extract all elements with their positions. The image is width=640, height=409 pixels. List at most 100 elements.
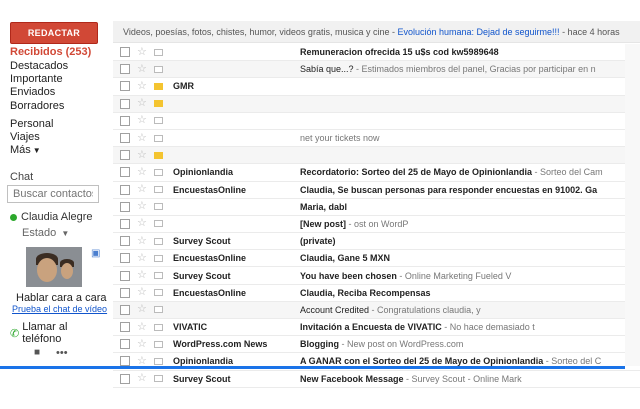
- star-icon[interactable]: ☆: [137, 338, 147, 350]
- star-icon[interactable]: ☆: [137, 304, 147, 315]
- star-icon[interactable]: ☆: [137, 98, 147, 109]
- importance-marker-icon[interactable]: [154, 82, 163, 90]
- ticker-link[interactable]: Evolución humana: Dejad de seguirme!!!: [397, 27, 559, 37]
- importance-marker-icon[interactable]: [154, 340, 163, 348]
- select-checkbox[interactable]: [120, 98, 130, 109]
- select-checkbox[interactable]: [120, 236, 130, 247]
- select-checkbox[interactable]: [120, 150, 130, 161]
- select-checkbox[interactable]: [120, 47, 130, 58]
- star-icon[interactable]: ☆: [137, 235, 147, 247]
- email-subject-line: Invitación a Encuesta de VIVATIC - No ha…: [300, 322, 640, 332]
- select-checkbox[interactable]: [120, 64, 130, 75]
- nav-label-travel[interactable]: Viajes: [10, 131, 40, 144]
- nav-label-personal[interactable]: Personal: [10, 118, 53, 131]
- select-checkbox[interactable]: [120, 115, 130, 126]
- select-checkbox[interactable]: [120, 133, 130, 144]
- star-icon[interactable]: ☆: [137, 218, 147, 229]
- importance-marker-icon[interactable]: [154, 357, 163, 365]
- chat-user[interactable]: Claudia Alegre: [10, 211, 93, 223]
- video-chat-thumbnail[interactable]: [26, 247, 82, 287]
- importance-marker-icon[interactable]: [154, 151, 163, 159]
- email-row[interactable]: ☆: [113, 95, 640, 113]
- nav-sent[interactable]: Enviados: [10, 86, 55, 99]
- importance-marker-icon[interactable]: [154, 186, 163, 194]
- star-icon[interactable]: ☆: [137, 321, 147, 333]
- star-icon[interactable]: ☆: [137, 80, 147, 92]
- email-row[interactable]: ☆ [New post] - ost on WordP: [113, 215, 640, 234]
- select-checkbox[interactable]: [120, 184, 130, 195]
- select-checkbox[interactable]: [120, 167, 130, 178]
- email-row[interactable]: ☆ WordPress.com News Blogging - New post o…: [113, 336, 640, 354]
- select-checkbox[interactable]: [120, 373, 130, 384]
- contact-search-input[interactable]: [7, 185, 99, 203]
- video-camera-icon[interactable]: ▣: [91, 248, 100, 259]
- select-checkbox[interactable]: [120, 218, 130, 229]
- email-row[interactable]: ☆ Opinionlandia Recordatorio: Sorteo del 2…: [113, 164, 640, 182]
- email-row[interactable]: ☆ Survey Scout New Facebook Message - Surv…: [113, 370, 640, 388]
- importance-marker-icon[interactable]: [154, 117, 163, 125]
- nav-drafts[interactable]: Borradores: [10, 100, 64, 113]
- star-icon[interactable]: ☆: [137, 201, 147, 212]
- star-icon[interactable]: ☆: [137, 149, 147, 161]
- call-phone-button[interactable]: ✆ Llamar al teléfono: [10, 321, 108, 345]
- star-icon[interactable]: ☆: [137, 166, 147, 178]
- select-checkbox[interactable]: [120, 253, 130, 264]
- email-row[interactable]: ☆ EncuestasOnline Claudia, Se buscan perso…: [113, 181, 640, 199]
- star-icon[interactable]: ☆: [137, 132, 147, 144]
- scrollbar[interactable]: [625, 44, 640, 366]
- select-checkbox[interactable]: [120, 339, 130, 350]
- select-checkbox[interactable]: [120, 201, 130, 212]
- nav-starred[interactable]: Destacados: [10, 60, 68, 73]
- select-checkbox[interactable]: [120, 322, 130, 333]
- importance-marker-icon[interactable]: [154, 306, 163, 314]
- video-chat-link[interactable]: Prueba el chat de vídeo: [12, 304, 107, 314]
- nav-important[interactable]: Importante: [10, 73, 63, 86]
- email-row[interactable]: ☆ Sabía que...? - Estimados miembros del …: [113, 61, 640, 79]
- importance-marker-icon[interactable]: [154, 100, 163, 108]
- email-row[interactable]: ☆ Remuneracion ofrecida 15 u$s cod kw5989…: [113, 44, 640, 62]
- importance-marker-icon[interactable]: [154, 237, 163, 245]
- star-icon[interactable]: ☆: [137, 252, 147, 264]
- email-row[interactable]: ☆: [113, 147, 640, 165]
- select-checkbox[interactable]: [120, 356, 130, 367]
- nav-inbox[interactable]: Recibidos (253): [10, 46, 91, 59]
- star-icon[interactable]: ☆: [137, 270, 147, 281]
- compose-button[interactable]: REDACTAR: [10, 22, 98, 44]
- importance-marker-icon[interactable]: [154, 168, 163, 176]
- star-icon[interactable]: ☆: [137, 373, 147, 384]
- importance-marker-icon[interactable]: [154, 48, 163, 56]
- select-checkbox[interactable]: [120, 304, 130, 315]
- more-options-icon[interactable]: •••: [56, 347, 68, 359]
- star-icon[interactable]: ☆: [137, 184, 147, 195]
- select-checkbox[interactable]: [120, 287, 130, 298]
- importance-marker-icon[interactable]: [154, 323, 163, 331]
- importance-marker-icon[interactable]: [154, 289, 163, 297]
- importance-marker-icon[interactable]: [154, 254, 163, 262]
- email-row[interactable]: ☆ EncuestasOnline Claudia, Gane 5 MXN: [113, 250, 640, 268]
- select-checkbox[interactable]: [120, 81, 130, 92]
- importance-marker-icon[interactable]: [154, 272, 163, 280]
- chat-bubble-icon[interactable]: ■: [34, 347, 40, 359]
- importance-marker-icon[interactable]: [154, 203, 163, 211]
- star-icon[interactable]: ☆: [137, 287, 147, 298]
- importance-marker-icon[interactable]: [154, 220, 163, 228]
- star-icon[interactable]: ☆: [137, 115, 147, 126]
- email-row[interactable]: ☆ GMR: [113, 78, 640, 96]
- star-icon[interactable]: ☆: [137, 63, 147, 75]
- email-row[interactable]: ☆ Maria, dabl: [113, 198, 640, 216]
- email-row[interactable]: ☆ Survey Scout You have been chosen - Onli…: [113, 267, 640, 285]
- importance-marker-icon[interactable]: [154, 134, 163, 142]
- select-checkbox[interactable]: [120, 270, 130, 281]
- bottom-bar-accent: [0, 366, 625, 369]
- email-row[interactable]: ☆ Account Credited - Congratulations clau…: [113, 301, 640, 319]
- status-dropdown[interactable]: Estado ▼: [22, 227, 69, 239]
- email-row[interactable]: ☆ VIVATIC Invitación a Encuesta de VIVATIC…: [113, 319, 640, 337]
- nav-more[interactable]: Más ▼: [10, 144, 41, 157]
- email-row[interactable]: ☆: [113, 112, 640, 130]
- email-row[interactable]: ☆ EncuestasOnline Claudia, Reciba Recompen…: [113, 284, 640, 302]
- email-row[interactable]: ☆ net your tickets now: [113, 129, 640, 148]
- star-icon[interactable]: ☆: [137, 46, 147, 58]
- email-row[interactable]: ☆ Survey Scout (private): [113, 233, 640, 251]
- importance-marker-icon[interactable]: [154, 65, 163, 73]
- importance-marker-icon[interactable]: [154, 375, 163, 383]
